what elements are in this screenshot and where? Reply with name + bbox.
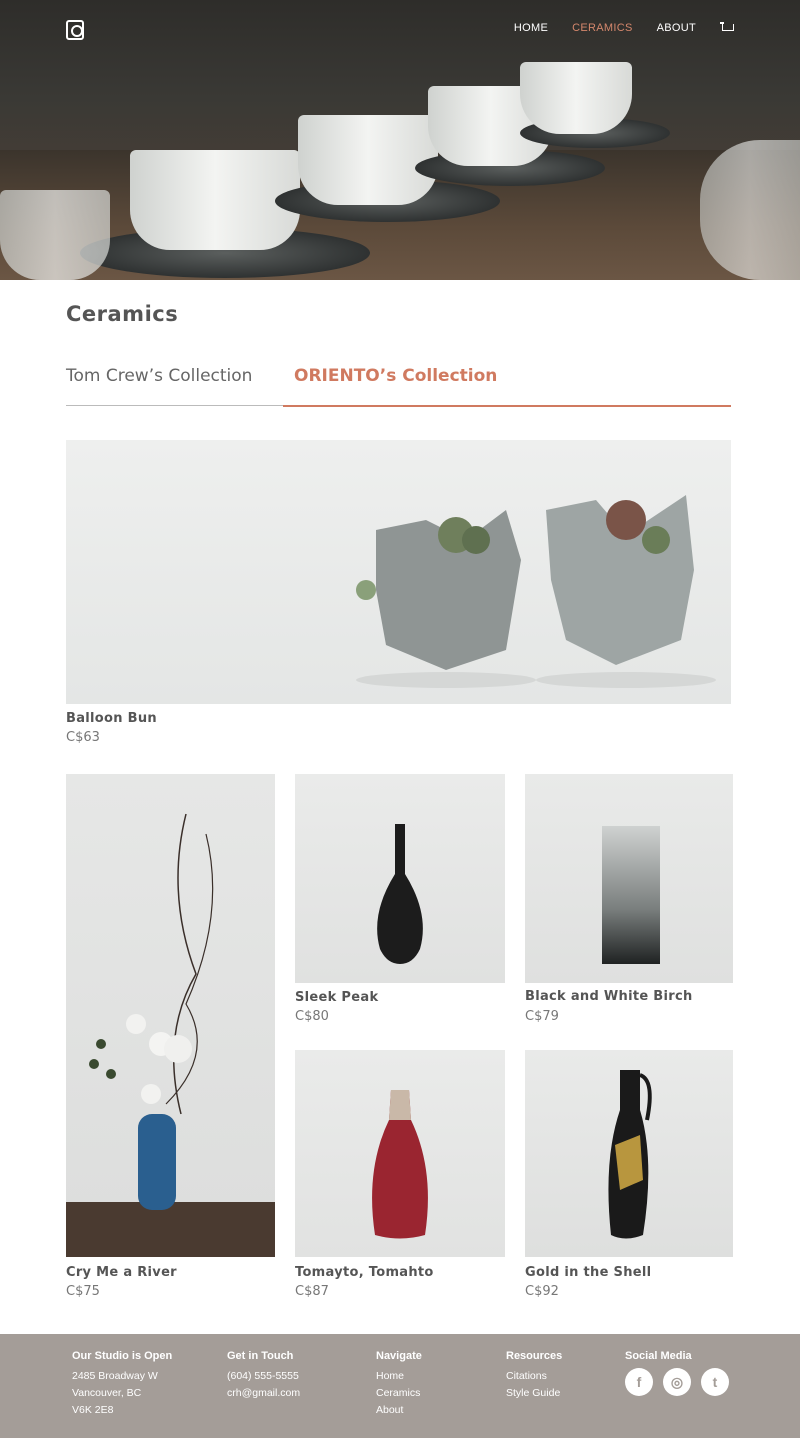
site-footer: Our Studio is Open 2485 Broadway W Vanco… — [0, 1334, 800, 1438]
footer-resources: Resources Citations Style Guide — [506, 1350, 562, 1402]
footer-social: Social Media f ◎ t — [625, 1350, 729, 1396]
main-nav: HOME CERAMICS ABOUT — [514, 22, 734, 34]
product-image-balloon-bun[interactable] — [66, 440, 731, 704]
footer-studio: Our Studio is Open 2485 Broadway W Vanco… — [72, 1350, 172, 1419]
hero-cup — [0, 190, 110, 280]
planter-illustration — [356, 495, 716, 688]
footer-link-home[interactable]: Home — [376, 1368, 422, 1385]
footer-heading: Social Media — [625, 1350, 692, 1362]
tab-tom-crew[interactable]: Tom Crew’s Collection — [66, 362, 283, 405]
hero-cup — [298, 115, 438, 205]
footer-link-about[interactable]: About — [376, 1402, 422, 1419]
footer-address-line: 2485 Broadway W — [72, 1370, 158, 1382]
footer-contact: Get in Touch (604) 555-5555 crh@gmail.co… — [227, 1350, 300, 1402]
vase-illustration — [372, 1090, 428, 1239]
product-price: C$80 — [295, 1009, 329, 1024]
product-price: C$92 — [525, 1284, 559, 1299]
footer-heading: Navigate — [376, 1350, 422, 1362]
product-image-sleek-peak[interactable] — [295, 774, 505, 983]
product-name[interactable]: Gold in the Shell — [525, 1265, 651, 1280]
collection-tabs: Tom Crew’s Collection ORIENTO’s Collecti… — [66, 362, 731, 407]
vase-illustration — [66, 813, 275, 1257]
product-image-tomayto[interactable] — [295, 1050, 505, 1257]
product-name[interactable]: Cry Me a River — [66, 1265, 177, 1280]
footer-email[interactable]: crh@gmail.com — [227, 1385, 300, 1402]
product-name[interactable]: Sleek Peak — [295, 990, 378, 1005]
nav-about[interactable]: ABOUT — [657, 22, 696, 34]
product-name[interactable]: Black and White Birch — [525, 989, 693, 1004]
twitter-icon[interactable]: t — [701, 1368, 729, 1396]
hero-teapot — [700, 140, 800, 280]
vase-illustration — [608, 1070, 652, 1239]
nav-home[interactable]: HOME — [514, 22, 548, 34]
vase-illustration — [377, 824, 423, 964]
product-name[interactable]: Tomayto, Tomahto — [295, 1265, 434, 1280]
page-title: Ceramics — [66, 302, 179, 326]
footer-link-citations[interactable]: Citations — [506, 1368, 562, 1385]
footer-address-line: Vancouver, BC — [72, 1387, 142, 1399]
footer-navigate: Navigate Home Ceramics About — [376, 1350, 422, 1419]
vase-illustration — [602, 826, 660, 964]
product-price: C$87 — [295, 1284, 329, 1299]
product-name[interactable]: Balloon Bun — [66, 711, 157, 726]
facebook-icon[interactable]: f — [625, 1368, 653, 1396]
product-price: C$79 — [525, 1009, 559, 1024]
cart-icon[interactable] — [720, 22, 734, 34]
instagram-icon[interactable]: ◎ — [663, 1368, 691, 1396]
product-image-birch[interactable] — [525, 774, 733, 983]
footer-link-style-guide[interactable]: Style Guide — [506, 1385, 562, 1402]
footer-phone[interactable]: (604) 555-5555 — [227, 1368, 300, 1385]
footer-heading: Resources — [506, 1350, 563, 1362]
product-image-gold-shell[interactable] — [525, 1050, 733, 1257]
hero-cup — [520, 62, 632, 134]
product-price: C$63 — [66, 730, 100, 745]
tab-oriento[interactable]: ORIENTO’s Collection — [283, 362, 731, 407]
footer-heading: Our Studio is Open — [72, 1350, 173, 1362]
footer-address-line: V6K 2E8 — [72, 1404, 114, 1416]
footer-heading: Get in Touch — [227, 1350, 294, 1362]
footer-link-ceramics[interactable]: Ceramics — [376, 1385, 422, 1402]
logo-icon[interactable] — [66, 20, 84, 40]
product-price: C$75 — [66, 1284, 100, 1299]
nav-ceramics[interactable]: CERAMICS — [572, 22, 632, 34]
product-image-cry-me-a-river[interactable] — [66, 774, 275, 1257]
hero-banner: HOME CERAMICS ABOUT — [0, 0, 800, 280]
